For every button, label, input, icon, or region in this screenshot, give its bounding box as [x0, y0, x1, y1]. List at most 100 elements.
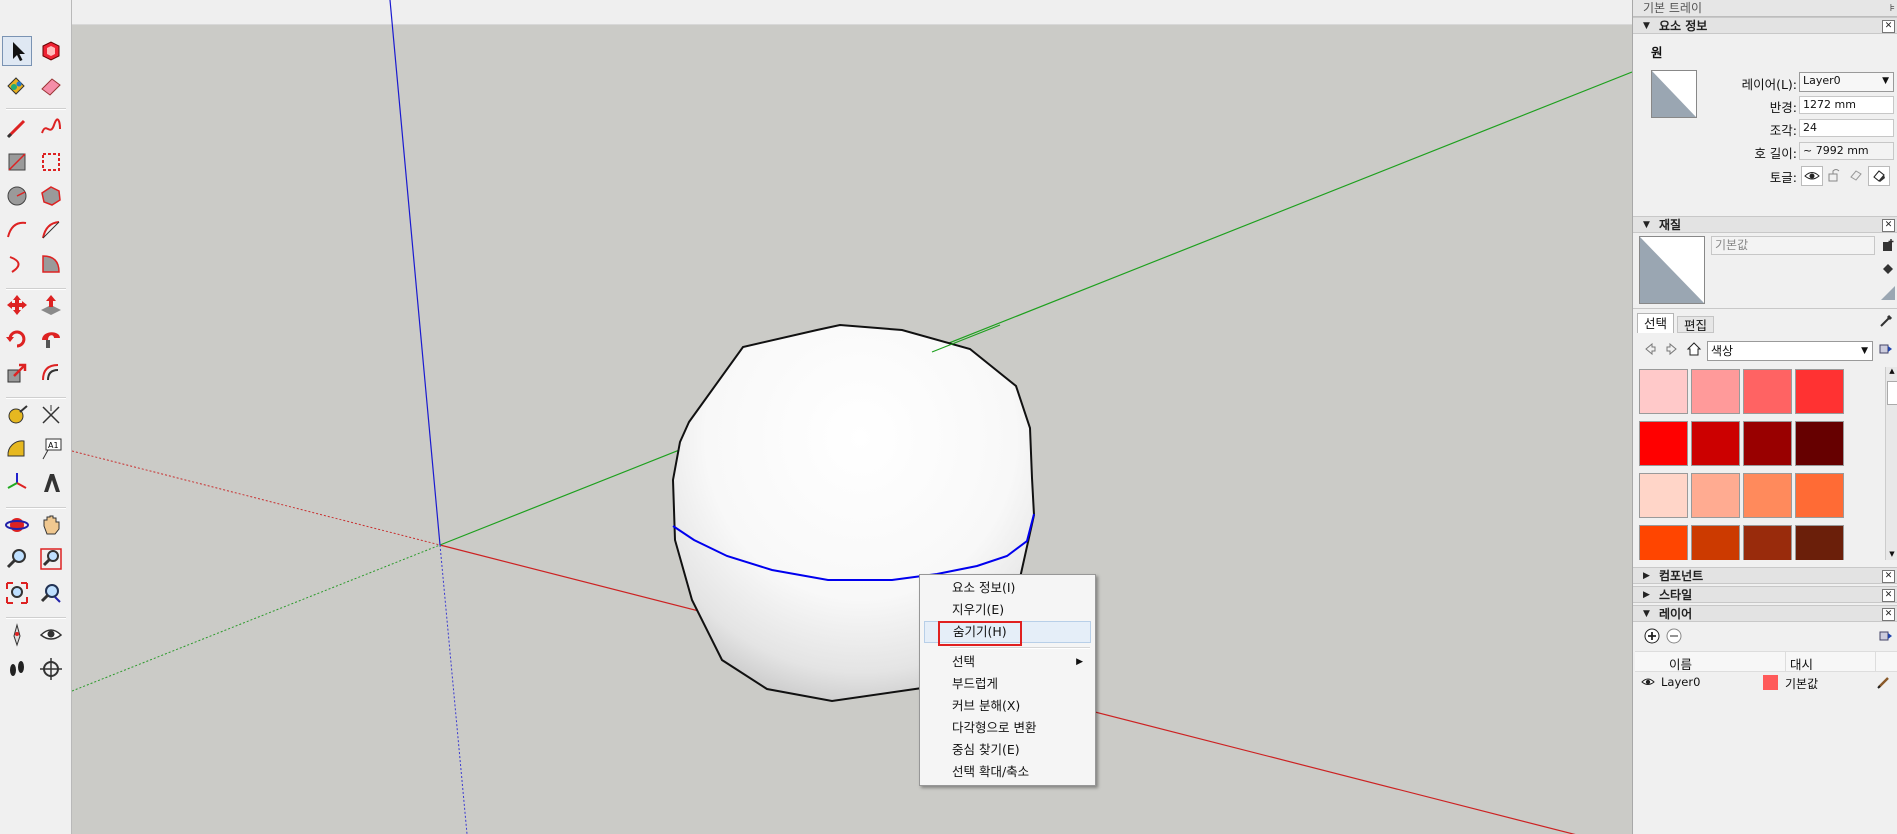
look-around-eye-icon[interactable] [36, 620, 66, 650]
material-swatch[interactable] [1691, 369, 1740, 414]
zoom-icon[interactable] [2, 544, 32, 574]
drawing-viewport[interactable] [72, 0, 1632, 834]
push-pull-icon[interactable] [36, 290, 66, 320]
entity-info-header[interactable]: ▼ 요소 정보 ✕ [1633, 17, 1897, 34]
material-swatch[interactable] [1743, 421, 1792, 466]
material-swatch[interactable] [1743, 473, 1792, 518]
close-icon[interactable]: ✕ [1882, 589, 1895, 602]
library-select[interactable]: 색상 ▼ [1707, 341, 1873, 361]
menu-item-convert-to-polygon[interactable]: 다각형으로 변환 [924, 717, 1091, 739]
3d-text-icon[interactable] [36, 468, 66, 498]
layer-row[interactable]: Layer0 기본값 [1635, 672, 1897, 694]
material-swatch[interactable] [1795, 369, 1844, 414]
material-swatch[interactable] [1691, 421, 1740, 466]
arc-icon[interactable] [2, 215, 32, 245]
dimension-icon[interactable] [36, 400, 66, 430]
entity-material-swatch[interactable] [1651, 70, 1697, 118]
paint-bucket-icon[interactable] [2, 70, 32, 100]
create-material-icon[interactable] [1879, 236, 1897, 254]
text-icon[interactable]: A1 [36, 434, 66, 464]
offset-icon[interactable] [36, 358, 66, 388]
scroll-up-icon[interactable]: ▲ [1886, 367, 1897, 377]
radius-field[interactable]: 1272 mm [1799, 96, 1894, 114]
follow-me-icon[interactable] [36, 324, 66, 354]
protractor-icon[interactable] [2, 434, 32, 464]
material-swatch[interactable] [1639, 473, 1688, 518]
edit-pencil-icon[interactable] [1877, 675, 1891, 692]
previous-view-icon[interactable] [36, 578, 66, 608]
menu-item-soften[interactable]: 부드럽게 [924, 673, 1091, 695]
close-icon[interactable]: ✕ [1882, 20, 1895, 33]
close-icon[interactable]: ✕ [1882, 608, 1895, 621]
remove-layer-icon[interactable] [1665, 627, 1683, 645]
axes-icon[interactable] [2, 468, 32, 498]
pan-hand-icon[interactable] [36, 510, 66, 540]
walk-footprints-icon[interactable] [2, 654, 32, 684]
menu-item-select[interactable]: 선택 ▶ [924, 651, 1091, 673]
rectangle-icon[interactable] [2, 147, 32, 177]
material-swatch[interactable] [1743, 525, 1792, 560]
rotated-rectangle-icon[interactable] [36, 147, 66, 177]
three-point-arc-icon[interactable] [36, 249, 66, 279]
polygon-icon[interactable] [36, 181, 66, 211]
pie-icon[interactable] [36, 215, 66, 245]
component-tool-icon[interactable] [36, 36, 66, 66]
close-icon[interactable]: ✕ [1882, 570, 1895, 583]
menu-item-erase[interactable]: 지우기(E) [924, 599, 1091, 621]
visible-eye-icon[interactable] [1801, 166, 1823, 186]
menu-item-explode-curve[interactable]: 커브 분해(X) [924, 695, 1091, 717]
default-material-icon[interactable] [1879, 284, 1897, 302]
select-tool-icon[interactable] [2, 36, 32, 66]
swatch-scrollbar[interactable]: ▲ ▼ [1885, 367, 1897, 560]
scale-icon[interactable] [2, 358, 32, 388]
two-point-arc-icon[interactable] [2, 249, 32, 279]
material-swatch[interactable] [1795, 421, 1844, 466]
eraser-icon[interactable] [36, 70, 66, 100]
orbit-icon[interactable] [2, 510, 32, 540]
zoom-extents-icon[interactable] [2, 578, 32, 608]
components-header[interactable]: ▶ 컴포넌트 ✕ [1633, 567, 1897, 584]
layer-details-icon[interactable] [1877, 627, 1895, 645]
forward-arrow-icon[interactable] [1663, 340, 1681, 358]
column-dash[interactable]: 대시 [1790, 654, 1813, 673]
circle-icon[interactable] [2, 181, 32, 211]
position-camera-icon[interactable] [2, 620, 32, 650]
back-arrow-icon[interactable] [1641, 340, 1659, 358]
receive-shadows-icon[interactable] [1846, 166, 1866, 184]
layer-dash[interactable]: 기본값 [1785, 675, 1818, 692]
pin-icon[interactable]: ⊧ [1890, 0, 1895, 17]
tab-edit[interactable]: 편집 [1677, 316, 1715, 333]
cast-shadows-icon[interactable] [1868, 166, 1890, 186]
freehand-icon[interactable] [36, 113, 66, 143]
visibility-eye-icon[interactable] [1641, 676, 1655, 690]
layers-header[interactable]: ▼ 레이어 ✕ [1633, 605, 1897, 622]
material-swatch[interactable] [1743, 369, 1792, 414]
materials-header[interactable]: ▼ 재질 ✕ [1633, 216, 1897, 233]
sample-paint-eyedropper-icon[interactable] [1877, 312, 1895, 330]
tab-select[interactable]: 선택 [1637, 313, 1675, 333]
styles-header[interactable]: ▶ 스타일 ✕ [1633, 586, 1897, 603]
layer-color-swatch[interactable] [1763, 675, 1778, 690]
menu-item-find-center[interactable]: 중심 찾기(E) [924, 739, 1091, 761]
move-icon[interactable] [2, 290, 32, 320]
menu-item-entity-info[interactable]: 요소 정보(I) [924, 577, 1091, 599]
menu-item-zoom-selection[interactable]: 선택 확대/축소 [924, 761, 1091, 783]
lock-icon[interactable] [1824, 166, 1844, 184]
tape-measure-icon[interactable] [2, 400, 32, 430]
rotate-icon[interactable] [2, 324, 32, 354]
material-swatch[interactable] [1795, 473, 1844, 518]
model-scene[interactable] [72, 0, 1632, 834]
close-icon[interactable]: ✕ [1882, 219, 1895, 232]
material-swatch[interactable] [1795, 525, 1844, 560]
home-icon[interactable] [1685, 340, 1703, 358]
layer-name[interactable]: Layer0 [1661, 675, 1700, 689]
material-swatch[interactable] [1639, 525, 1688, 560]
material-swatch[interactable] [1691, 525, 1740, 560]
scroll-down-icon[interactable]: ▼ [1886, 550, 1897, 560]
column-name[interactable]: 이름 [1669, 654, 1692, 673]
details-arrow-icon[interactable] [1877, 340, 1895, 358]
material-swatch[interactable] [1639, 369, 1688, 414]
material-swatch[interactable] [1691, 473, 1740, 518]
zoom-window-icon[interactable] [36, 544, 66, 574]
paint-bucket-icon[interactable] [1879, 260, 1897, 278]
